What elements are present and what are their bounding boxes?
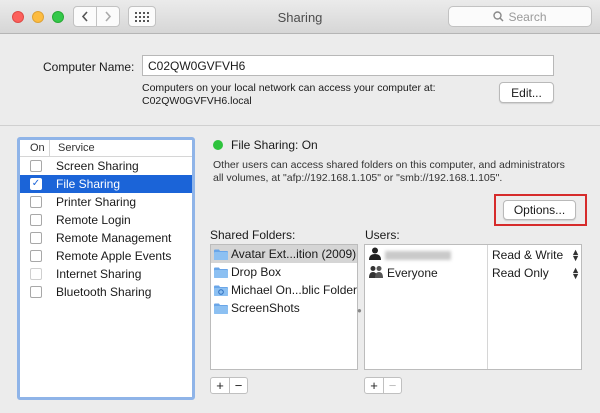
edit-button[interactable]: Edit... bbox=[499, 82, 554, 103]
status-indicator-icon bbox=[213, 140, 223, 150]
service-row[interactable]: Screen Sharing bbox=[20, 157, 192, 175]
service-row[interactable]: Remote Management bbox=[20, 229, 192, 247]
service-checkbox[interactable] bbox=[30, 214, 42, 226]
shared-folder-item[interactable]: Michael On...blic Folder bbox=[211, 281, 357, 299]
service-label: Remote Apple Events bbox=[56, 249, 172, 263]
show-all-button[interactable] bbox=[128, 6, 156, 27]
service-checkbox[interactable] bbox=[30, 232, 42, 244]
zoom-window-button[interactable] bbox=[52, 11, 64, 23]
user-name: Everyone bbox=[387, 266, 438, 280]
service-row[interactable]: Bluetooth Sharing bbox=[20, 283, 192, 301]
split-resize-handle[interactable]: ● bbox=[357, 306, 362, 315]
close-window-button[interactable] bbox=[12, 11, 24, 23]
computer-name-note: Computers on your local network can acce… bbox=[142, 82, 482, 108]
shared-folder-name: Michael On...blic Folder bbox=[231, 283, 358, 297]
chevron-right-icon bbox=[105, 11, 112, 22]
search-icon bbox=[493, 11, 505, 22]
users-add-remove: + − bbox=[364, 377, 402, 394]
user-icon bbox=[369, 247, 381, 263]
public-folder-icon bbox=[214, 285, 228, 296]
shared-folder-item[interactable]: Avatar Ext...ition (2009) bbox=[211, 245, 357, 263]
grid-icon bbox=[135, 11, 149, 22]
shared-folder-item[interactable]: Drop Box bbox=[211, 263, 357, 281]
shared-folder-item[interactable]: ScreenShots bbox=[211, 299, 357, 317]
forward-button[interactable] bbox=[96, 6, 120, 27]
service-checkbox[interactable] bbox=[30, 250, 42, 262]
permission-select[interactable]: Read Only ▲ ▼ bbox=[492, 264, 580, 282]
sharing-description: Other users can access shared folders on… bbox=[213, 159, 583, 185]
shared-folders-list[interactable]: Avatar Ext...ition (2009) Drop Box Micha… bbox=[210, 244, 358, 370]
search-field[interactable]: Search bbox=[448, 6, 592, 27]
folder-icon bbox=[214, 249, 228, 260]
computer-name-note-line2: C02QW0GVFVH6.local bbox=[142, 95, 252, 107]
service-label: Remote Management bbox=[56, 231, 172, 245]
folder-icon bbox=[214, 267, 228, 278]
sharing-description-line2: all volumes, at "afp://192.168.1.105" or… bbox=[213, 172, 503, 184]
sharing-description-line1: Other users can access shared folders on… bbox=[213, 159, 565, 171]
service-row[interactable]: Remote Apple Events bbox=[20, 247, 192, 265]
title-bar: Sharing Search bbox=[0, 0, 600, 34]
computer-name-label: Computer Name: bbox=[43, 60, 135, 74]
back-button[interactable] bbox=[73, 6, 97, 27]
users-column-divider bbox=[487, 245, 488, 369]
minimize-window-button[interactable] bbox=[32, 11, 44, 23]
up-down-chevron-icon: ▲ ▼ bbox=[571, 247, 580, 263]
shared-folders-add-remove: + − bbox=[210, 377, 248, 394]
shared-folders-label: Shared Folders: bbox=[210, 228, 296, 242]
up-down-chevron-icon: ▲ ▼ bbox=[571, 265, 580, 281]
chevron-left-icon bbox=[81, 11, 88, 22]
permission-value: Read Only bbox=[492, 266, 549, 280]
users-label: Users: bbox=[365, 228, 400, 242]
add-folder-button[interactable]: + bbox=[211, 378, 229, 393]
permission-select[interactable]: Read & Write ▲ ▼ bbox=[492, 246, 580, 264]
shared-folder-name: Drop Box bbox=[231, 265, 282, 279]
service-label: File Sharing bbox=[56, 177, 121, 191]
service-list[interactable]: On Service Screen Sharing ✓ File Sharing Pr… bbox=[17, 137, 195, 400]
service-checkbox[interactable]: ✓ bbox=[30, 178, 42, 190]
permission-value: Read & Write bbox=[492, 248, 564, 262]
computer-name-input[interactable]: C02QW0GVFVH6 bbox=[142, 55, 554, 76]
add-user-button[interactable]: + bbox=[365, 378, 383, 393]
sharing-status: File Sharing: On bbox=[231, 138, 318, 152]
section-divider bbox=[0, 125, 600, 126]
options-button[interactable]: Options... bbox=[503, 200, 576, 220]
service-list-header: On Service bbox=[20, 140, 192, 157]
service-label: Internet Sharing bbox=[56, 267, 142, 281]
shared-folder-name: Avatar Ext...ition (2009) bbox=[231, 247, 357, 261]
service-row[interactable]: ✓ File Sharing bbox=[20, 175, 192, 193]
folder-icon bbox=[214, 303, 228, 314]
search-placeholder: Search bbox=[508, 9, 547, 24]
service-checkbox[interactable] bbox=[30, 160, 42, 172]
service-row[interactable]: Internet Sharing bbox=[20, 265, 192, 283]
service-label: Bluetooth Sharing bbox=[56, 285, 152, 299]
service-label: Remote Login bbox=[56, 213, 131, 227]
service-row[interactable]: Printer Sharing bbox=[20, 193, 192, 211]
header-service: Service bbox=[58, 142, 95, 154]
remove-user-button[interactable]: − bbox=[383, 378, 401, 393]
service-label: Screen Sharing bbox=[56, 159, 139, 173]
service-checkbox[interactable] bbox=[30, 196, 42, 208]
users-list[interactable]: Read & Write ▲ ▼ Everyone Read Only ▲ ▼ bbox=[364, 244, 582, 370]
shared-folder-name: ScreenShots bbox=[231, 301, 300, 315]
service-checkbox[interactable] bbox=[30, 286, 42, 298]
remove-folder-button[interactable]: − bbox=[229, 378, 247, 393]
computer-name-note-line1: Computers on your local network can acce… bbox=[142, 82, 436, 94]
user-row[interactable]: Everyone bbox=[369, 264, 487, 282]
service-label: Printer Sharing bbox=[56, 195, 137, 209]
user-row[interactable] bbox=[369, 246, 487, 264]
service-checkbox[interactable] bbox=[30, 268, 42, 280]
group-icon bbox=[369, 265, 383, 281]
user-name-redacted bbox=[385, 250, 451, 260]
header-on: On bbox=[20, 140, 50, 156]
service-row[interactable]: Remote Login bbox=[20, 211, 192, 229]
